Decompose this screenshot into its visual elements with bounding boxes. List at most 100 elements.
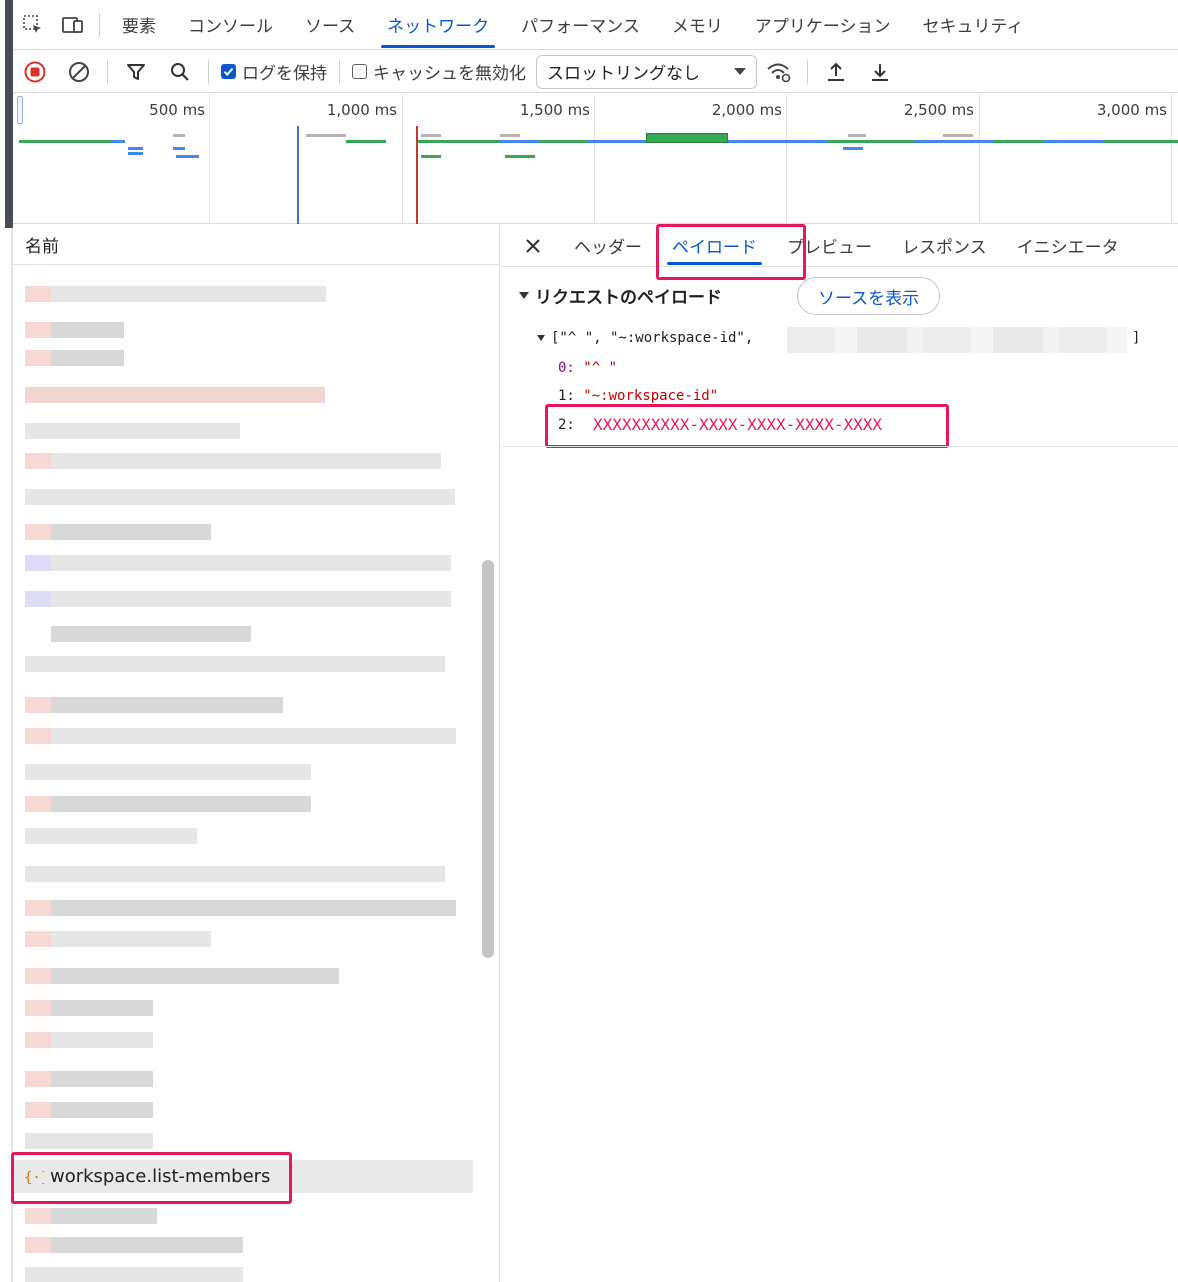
request-row[interactable] <box>13 755 473 791</box>
filter-icon <box>127 63 145 80</box>
selected-request-highlight-box <box>11 1152 292 1204</box>
grid-line <box>402 94 403 224</box>
tab-sources[interactable]: ソース <box>289 0 371 50</box>
timeline-tick-label: 1,500 ms <box>519 101 590 119</box>
request-row[interactable] <box>13 444 473 480</box>
payload-item-0: 0: "^ " <box>558 360 617 376</box>
timeline-bar <box>176 155 199 158</box>
payload-section-header[interactable]: リクエストのペイロード <box>519 283 722 308</box>
payload-value: "~:workspace-id" <box>583 388 719 404</box>
tab-elements[interactable]: 要素 <box>106 0 172 50</box>
preserve-log-label: ログを保持 <box>242 64 327 84</box>
timeline-bar <box>943 134 973 137</box>
disable-cache-label: キャッシュを無効化 <box>373 64 526 84</box>
tab-memory[interactable]: メモリ <box>656 0 739 50</box>
request-row[interactable] <box>13 277 473 313</box>
payload-tab-highlight-box <box>656 224 806 280</box>
timeline-bar <box>828 140 1178 143</box>
timeline-bar <box>500 140 540 143</box>
timeline-tick-label: 500 ms <box>149 101 205 119</box>
request-row[interactable] <box>13 787 473 823</box>
tab-initiator[interactable]: イニシエータ <box>1002 225 1134 267</box>
request-list-panel: 名前 {· workspace.list-members <box>13 225 500 1282</box>
clear-icon <box>69 61 89 82</box>
request-row[interactable] <box>13 991 473 1027</box>
inspect-element-icon[interactable] <box>13 0 53 50</box>
device-toolbar-icon[interactable] <box>53 0 93 50</box>
grid-line <box>979 94 980 224</box>
tab-security[interactable]: セキュリティ <box>907 0 1040 50</box>
payload-summary-text: ["^ ", "~:workspace-id", <box>551 330 754 346</box>
name-column-header[interactable]: 名前 <box>13 225 499 265</box>
timeline-bar <box>173 134 185 137</box>
request-row[interactable] <box>13 819 473 855</box>
grid-line <box>1171 94 1172 224</box>
search-button[interactable] <box>158 52 202 92</box>
request-row[interactable] <box>13 378 473 414</box>
network-overview-timeline[interactable]: 500 ms 1,000 ms 1,500 ms 2,000 ms 2,500 … <box>13 94 1178 224</box>
clear-button[interactable] <box>57 52 101 92</box>
request-row[interactable] <box>13 647 473 683</box>
timeline-tick-label: 2,500 ms <box>903 101 974 119</box>
download-icon <box>872 63 888 81</box>
network-conditions-button[interactable] <box>757 52 801 92</box>
toolbar-separator <box>339 59 340 84</box>
tab-application[interactable]: アプリケーション <box>739 0 907 50</box>
checkbox-checked-icon <box>221 64 236 79</box>
request-row[interactable] <box>13 582 473 618</box>
details-tabbar: ヘッダー ペイロード プレビュー レスポンス イニシエータ <box>501 225 1178 267</box>
checkbox-unchecked-icon <box>352 64 367 79</box>
request-row[interactable] <box>13 480 473 516</box>
network-toolbar: ログを保持 キャッシュを無効化 スロットリングなし <box>13 51 1178 93</box>
grid-line <box>786 94 787 224</box>
timeline-bar <box>128 152 143 155</box>
request-row[interactable] <box>13 857 473 893</box>
timeline-bar <box>843 147 863 150</box>
close-details-button[interactable] <box>521 225 559 267</box>
preserve-log-checkbox[interactable]: ログを保持 <box>215 59 333 84</box>
filter-button[interactable] <box>114 52 158 92</box>
tab-network[interactable]: ネットワーク <box>371 0 505 50</box>
tab-response[interactable]: レスポンス <box>887 225 1002 267</box>
import-har-button[interactable] <box>814 52 858 92</box>
record-button[interactable] <box>13 52 57 92</box>
toolbar-separator <box>807 59 808 84</box>
triangle-down-icon <box>519 292 529 299</box>
timeline-tick-label: 3,000 ms <box>1096 101 1167 119</box>
toolbar-separator <box>107 59 108 84</box>
tab-console[interactable]: コンソール <box>172 0 289 50</box>
view-source-button[interactable]: ソースを表示 <box>797 277 941 315</box>
tab-performance[interactable]: パフォーマンス <box>505 0 656 50</box>
timeline-bar <box>913 140 993 143</box>
timeline-bar <box>505 155 535 158</box>
request-row[interactable] <box>13 1258 473 1282</box>
request-row[interactable] <box>13 341 473 377</box>
record-icon <box>24 61 46 82</box>
grid-line <box>594 94 595 224</box>
timeline-bar <box>128 147 143 150</box>
payload-section-title: リクエストのペイロード <box>535 288 722 308</box>
disable-cache-checkbox[interactable]: キャッシュを無効化 <box>346 59 532 84</box>
timeline-bar <box>728 140 828 143</box>
timeline-bar <box>306 134 346 137</box>
request-list-scrollbar[interactable] <box>482 560 494 958</box>
overview-range-handle[interactable] <box>17 96 23 124</box>
payload-array-summary[interactable]: ["^ ", "~:workspace-id", <box>537 330 753 346</box>
timeline-bar <box>500 134 520 137</box>
throttling-select[interactable]: スロットリングなし <box>536 54 757 89</box>
grid-line <box>209 94 210 224</box>
timeline-tick-label: 2,000 ms <box>711 101 782 119</box>
request-row[interactable] <box>13 1023 473 1059</box>
timeline-bar <box>1043 140 1103 143</box>
request-row[interactable] <box>13 719 473 755</box>
timeline-highlight-bar <box>646 133 728 143</box>
devtools-main-tabbar: 要素 コンソール ソース ネットワーク パフォーマンス メモリ アプリケーション… <box>13 0 1178 50</box>
request-row[interactable] <box>13 922 473 958</box>
timeline-bar <box>421 134 441 137</box>
timeline-bar <box>588 140 648 143</box>
tab-headers[interactable]: ヘッダー <box>559 225 657 267</box>
request-row[interactable] <box>13 546 473 582</box>
request-row[interactable] <box>13 959 473 995</box>
export-har-button[interactable] <box>858 52 902 92</box>
section-divider <box>501 446 1178 447</box>
